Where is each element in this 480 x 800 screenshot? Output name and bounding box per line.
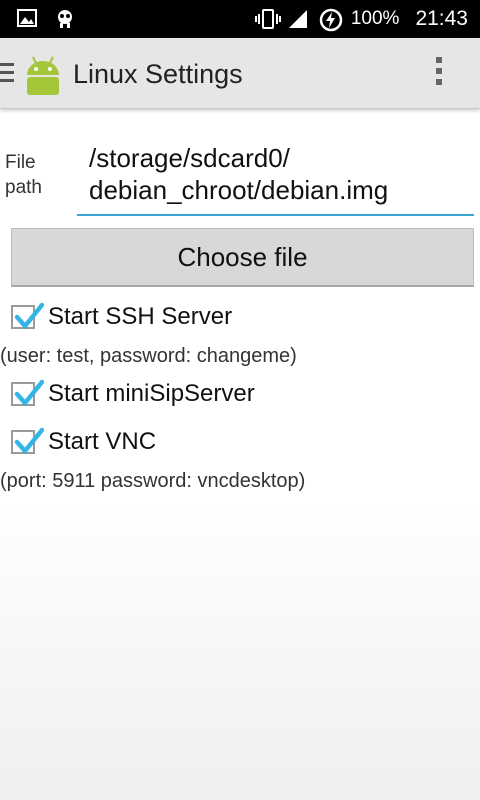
status-bar: 100% 21:43 [0, 0, 480, 38]
vibrate-icon [254, 8, 281, 30]
vnc-label: Start VNC [48, 428, 157, 455]
overflow-menu-icon[interactable] [436, 57, 444, 90]
file-path-label: File path [5, 152, 42, 198]
clock: 21:43 [415, 7, 468, 30]
ssh-note: (user: test, password: changeme) [0, 345, 297, 367]
ssh-label: Start SSH Server [48, 303, 233, 330]
hamburger-icon[interactable] [0, 63, 14, 87]
minisip-checkbox[interactable] [11, 379, 44, 407]
android-app-icon[interactable] [21, 53, 65, 97]
app-title: Linux Settings [73, 59, 243, 89]
vnc-option[interactable]: Start VNC [11, 425, 156, 459]
battery-charging-icon [319, 8, 343, 32]
vnc-checkbox[interactable] [11, 427, 44, 455]
battery-percent: 100% [350, 8, 400, 29]
minisip-option[interactable]: Start miniSipServer [11, 377, 255, 411]
check-icon [14, 379, 44, 407]
check-icon [14, 302, 44, 330]
file-path-line-2: debian_chroot/debian.img [89, 175, 389, 205]
signal-icon [287, 8, 309, 30]
image-icon [16, 7, 38, 29]
android-debug-icon [54, 7, 76, 29]
choose-file-button[interactable]: Choose file [11, 228, 474, 287]
check-icon [14, 427, 44, 455]
vnc-note: (port: 5911 password: vncdesktop) [0, 470, 306, 492]
minisip-label: Start miniSipServer [48, 380, 255, 407]
file-path-input[interactable]: /storage/sdcard0/ debian_chroot/debian.i… [77, 142, 474, 216]
ssh-option[interactable]: Start SSH Server [11, 300, 232, 334]
action-bar: Linux Settings [0, 38, 480, 109]
file-path-line-1: /storage/sdcard0/ [89, 143, 290, 173]
ssh-checkbox[interactable] [11, 302, 44, 330]
